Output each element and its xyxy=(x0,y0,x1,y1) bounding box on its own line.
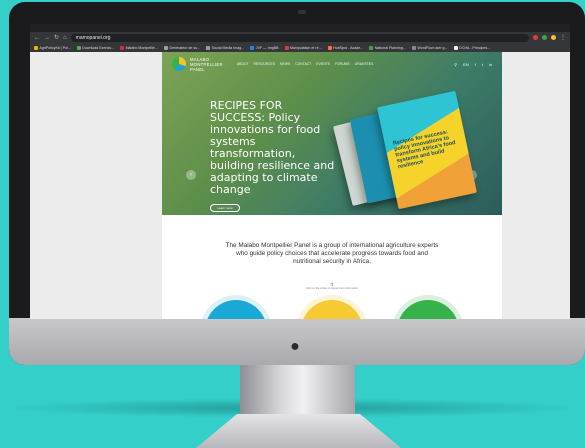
back-icon[interactable]: ← xyxy=(34,35,40,41)
nav-resources[interactable]: RESOURCES xyxy=(254,62,275,66)
logo-line: MONTPELLIER xyxy=(190,61,223,67)
site-logo-text[interactable]: MALABO MONTPELLIER PANEL xyxy=(190,57,223,72)
bookmark-item[interactable]: Social Media Imag... xyxy=(206,45,245,50)
address-bar[interactable]: mamopanel.org xyxy=(70,33,529,42)
intro-text: The Malabo Montpellier Panel is a group … xyxy=(225,242,439,265)
bookmark-favicon-icon xyxy=(327,45,332,50)
site-header: MALABO MONTPELLIER PANEL ABOUT RESOURCES… xyxy=(162,52,502,76)
bookmark-item[interactable]: Manipulation et ré... xyxy=(284,45,322,50)
hero-title: RECIPES FOR SUCCESS: Policy innovations … xyxy=(210,99,335,196)
bookmark-favicon-icon xyxy=(206,45,211,50)
extension-icon[interactable] xyxy=(551,35,556,40)
twitter-icon[interactable]: t xyxy=(482,62,483,67)
bookmark-label: JVF — ImgBB xyxy=(255,45,279,50)
bookmark-item[interactable]: National Planning... xyxy=(369,45,406,50)
learn-more-button[interactable]: Learn more xyxy=(210,204,240,212)
linkedin-icon[interactable]: in xyxy=(489,62,492,67)
bookmark-item[interactable]: OCHA - Principes... xyxy=(453,45,491,50)
nav-about[interactable]: ABOUT xyxy=(237,62,249,66)
menu-icon[interactable]: ⋮ xyxy=(560,34,566,41)
bookmark-label: National Planning... xyxy=(374,45,406,50)
monitor-stand-base xyxy=(196,414,401,448)
bookmark-label: WordFlow user g... xyxy=(417,45,448,50)
bookmark-favicon-icon xyxy=(163,45,168,50)
scroll-hint: ↯ Click on the circles to reveal more in… xyxy=(302,282,362,291)
bookmark-item[interactable]: Générateur de su... xyxy=(163,45,201,50)
bookmark-favicon-icon xyxy=(76,45,81,50)
header-right: ⚲ EN f t in xyxy=(454,62,492,67)
bookmark-item[interactable]: JVF — ImgBB xyxy=(250,45,279,50)
bookmark-favicon-icon xyxy=(453,45,458,50)
report-title: Recipes for success: policy innovations … xyxy=(392,129,457,171)
nav-forums[interactable]: FORUMS xyxy=(335,62,350,66)
bookmark-label: HubSpot - Acade... xyxy=(333,45,364,50)
forward-icon[interactable]: → xyxy=(44,35,50,41)
bookmark-item[interactable]: AgriPolicyKit | Pol... xyxy=(34,45,71,50)
bookmark-label: Download Exercis... xyxy=(82,45,115,50)
home-icon[interactable]: ⌂ xyxy=(63,35,67,41)
apple-logo-icon: ● xyxy=(290,338,300,355)
bookmark-favicon-icon xyxy=(120,45,125,50)
monitor-stand-neck xyxy=(240,365,355,415)
tab-bar xyxy=(30,24,570,32)
bookmark-item[interactable]: Malabo Montpellie... xyxy=(120,45,158,50)
nav-grantees[interactable]: GRANTEES xyxy=(355,62,374,66)
main-nav: ABOUT RESOURCES NEWS CONTACT EVENTS FORU… xyxy=(237,62,373,66)
scroll-hint-text: Click on the circles to reveal more info… xyxy=(305,287,359,291)
bookmark-label: Social Media Imag... xyxy=(211,45,245,50)
nav-news[interactable]: NEWS xyxy=(280,62,290,66)
info-circle-green[interactable] xyxy=(397,300,459,319)
bookmark-label: Manipulation et ré... xyxy=(290,45,322,50)
url-text: mamopanel.org xyxy=(75,34,111,41)
camera-icon xyxy=(298,10,306,14)
info-circle-blue[interactable] xyxy=(205,300,267,319)
bookmark-label: Malabo Montpellie... xyxy=(125,45,158,50)
reload-icon[interactable]: ↻ xyxy=(54,34,59,41)
bookmark-item[interactable]: Download Exercis... xyxy=(76,45,115,50)
bookmark-favicon-icon xyxy=(250,45,255,50)
language-switch[interactable]: EN xyxy=(463,62,469,67)
bookmark-favicon-icon xyxy=(369,45,374,50)
search-icon[interactable]: ⚲ xyxy=(454,62,457,67)
extension-icon[interactable] xyxy=(542,35,547,40)
bookmark-favicon-icon xyxy=(34,45,38,50)
logo-icon[interactable] xyxy=(172,57,186,71)
screen: ← → ↻ ⌂ mamopanel.org ⋮ AgriPolicyKit | … xyxy=(30,24,570,319)
logo-line: PANEL xyxy=(190,66,205,72)
facebook-icon[interactable]: f xyxy=(475,62,476,67)
hero-banner: MALABO MONTPELLIER PANEL ABOUT RESOURCES… xyxy=(162,52,502,215)
carousel-prev-icon[interactable]: ‹ xyxy=(186,170,196,180)
bookmark-label: Générateur de su... xyxy=(169,45,201,50)
browser-toolbar: ← → ↻ ⌂ mamopanel.org ⋮ xyxy=(30,32,570,43)
nav-events[interactable]: EVENTS xyxy=(316,62,330,66)
bookmark-favicon-icon xyxy=(284,45,289,50)
info-circle-yellow[interactable] xyxy=(301,300,363,319)
nav-contact[interactable]: CONTACT xyxy=(295,62,311,66)
bookmarks-bar: AgriPolicyKit | Pol... Download Exercis..… xyxy=(30,43,570,52)
web-page: MALABO MONTPELLIER PANEL ABOUT RESOURCES… xyxy=(30,52,570,319)
bookmark-item[interactable]: HubSpot - Acade... xyxy=(327,45,364,50)
bookmark-favicon-icon xyxy=(411,45,416,50)
bookmark-label: AgriPolicyKit | Pol... xyxy=(39,45,71,50)
bookmark-item[interactable]: WordFlow user g... xyxy=(411,45,448,50)
extension-icon[interactable] xyxy=(533,35,538,40)
bookmark-label: OCHA - Principes... xyxy=(459,45,491,50)
page-content: MALABO MONTPELLIER PANEL ABOUT RESOURCES… xyxy=(162,52,502,319)
